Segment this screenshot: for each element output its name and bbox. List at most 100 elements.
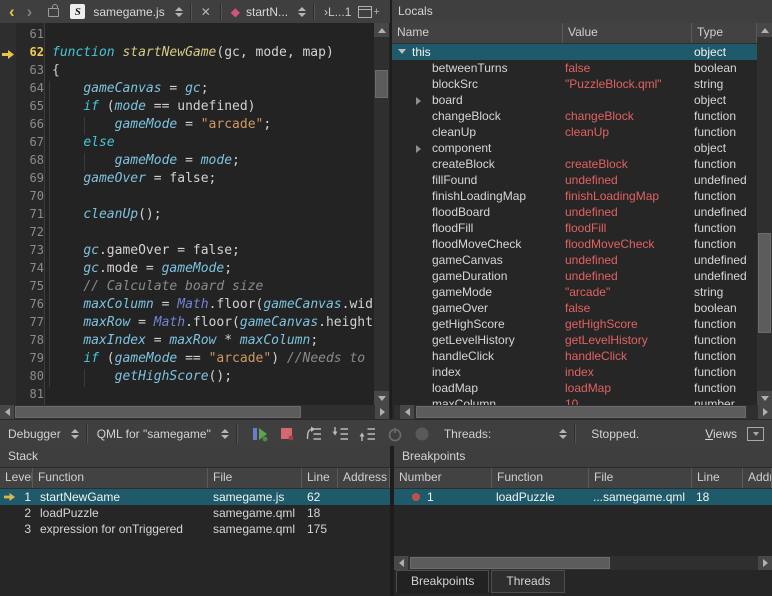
stack-frame-row[interactable]: 3expression for onTriggeredsamegame.qml1… — [0, 521, 390, 537]
code-line-marker[interactable] — [0, 261, 16, 279]
run-configuration-selector[interactable]: QML for "samegame" — [97, 427, 211, 441]
locals-row[interactable]: maxColumn10number — [392, 396, 772, 405]
code-line-marker[interactable] — [0, 279, 16, 297]
views-label[interactable]: Views — [705, 427, 737, 441]
scroll-up-icon[interactable] — [757, 23, 772, 37]
column-header-function[interactable]: Function — [492, 468, 589, 488]
code-line[interactable]: 68 gameMode = mode; — [0, 153, 374, 171]
line-number[interactable]: 77 — [16, 315, 44, 333]
code-line[interactable]: 69 gameOver = false; — [0, 171, 374, 189]
code-line-marker[interactable] — [0, 243, 16, 261]
code-line-marker[interactable] — [0, 45, 16, 63]
line-number[interactable]: 63 — [16, 63, 44, 81]
code-line[interactable]: 65 if (mode == undefined) — [0, 99, 374, 117]
line-number[interactable]: 76 — [16, 297, 44, 315]
line-number[interactable]: 66 — [16, 117, 44, 135]
tab-breakpoints[interactable]: Breakpoints — [396, 570, 489, 593]
locals-row[interactable]: gameCanvasundefinedundefined — [392, 252, 772, 268]
code-line-marker[interactable] — [0, 297, 16, 315]
scroll-right-icon[interactable] — [758, 405, 772, 419]
code-line[interactable]: 64 gameCanvas = gc; — [0, 81, 374, 99]
code-line-marker[interactable] — [0, 225, 16, 243]
symbol-combo-arrows-icon[interactable] — [298, 7, 306, 17]
column-header-value[interactable]: Value — [563, 23, 692, 43]
code-line[interactable]: 72 — [0, 225, 374, 243]
line-number[interactable]: 61 — [16, 27, 44, 45]
line-number[interactable]: 74 — [16, 261, 44, 279]
locals-row[interactable]: fillFoundundefinedundefined — [392, 172, 772, 188]
locals-row[interactable]: loadMaploadMapfunction — [392, 380, 772, 396]
locals-row[interactable]: gameDurationundefinedundefined — [392, 268, 772, 284]
code-line[interactable]: 73 gc.gameOver = false; — [0, 243, 374, 261]
breakpoint-row[interactable]: 1loadPuzzle...samegame.qml18 — [394, 489, 772, 505]
column-header-name[interactable]: Name — [392, 23, 563, 43]
line-number[interactable]: 78 — [16, 333, 44, 351]
code-line[interactable]: 74 gc.mode = gameMode; — [0, 261, 374, 279]
code-line-marker[interactable] — [0, 135, 16, 153]
column-header-file[interactable]: File — [208, 468, 302, 488]
expander-open-icon[interactable] — [398, 49, 406, 54]
editor-hscrollbar[interactable] — [0, 405, 389, 419]
lock-icon[interactable] — [48, 8, 59, 17]
hscroll-thumb[interactable] — [416, 406, 746, 418]
locals-row[interactable]: changeBlockchangeBlockfunction — [392, 108, 772, 124]
locals-row[interactable]: getHighScoregetHighScorefunction — [392, 316, 772, 332]
scroll-up-icon[interactable] — [374, 23, 389, 37]
code-line-marker[interactable] — [0, 171, 16, 189]
file-combo-arrows-icon[interactable] — [175, 7, 183, 17]
locals-row[interactable]: betweenTurnsfalseboolean — [392, 60, 772, 76]
code-line-marker[interactable] — [0, 117, 16, 135]
locals-row[interactable]: boardobject — [392, 92, 772, 108]
code-line-marker[interactable] — [0, 81, 16, 99]
code-line-marker[interactable] — [0, 63, 16, 81]
locals-row[interactable]: cleanUpcleanUpfunction — [392, 124, 772, 140]
locals-row[interactable]: gameMode"arcade"string — [392, 284, 772, 300]
locals-vscrollbar[interactable] — [757, 23, 772, 405]
line-number[interactable]: 70 — [16, 189, 44, 207]
line-number[interactable]: 64 — [16, 81, 44, 99]
vscroll-thumb[interactable] — [758, 233, 771, 333]
column-header-level[interactable]: Level — [0, 468, 33, 488]
line-number[interactable]: 80 — [16, 369, 44, 387]
column-header-line[interactable]: Line — [692, 468, 743, 488]
hscroll-thumb[interactable] — [410, 557, 610, 569]
locals-row[interactable]: blockSrc"PuzzleBlock.qml"string — [392, 76, 772, 92]
scroll-right-icon[interactable] — [758, 556, 772, 570]
code-line-marker[interactable] — [0, 189, 16, 207]
code-line[interactable]: 77 maxRow = Math.floor(gameCanvas.height — [0, 315, 374, 333]
threads-combo-arrows-icon[interactable] — [559, 429, 567, 439]
locals-row[interactable]: floodMoveCheckfloodMoveCheckfunction — [392, 236, 772, 252]
locals-row[interactable]: indexindexfunction — [392, 364, 772, 380]
back-icon[interactable]: ‹ — [5, 2, 19, 22]
interrupt-icon[interactable] — [275, 424, 299, 444]
split-editor-icon[interactable] — [358, 6, 372, 18]
symbol-selector[interactable]: startN... — [246, 5, 288, 19]
locals-row[interactable]: gameOverfalseboolean — [392, 300, 772, 316]
column-header-function[interactable]: Function — [33, 468, 208, 488]
code-line[interactable]: 80 getHighScore(); — [0, 369, 374, 387]
code-line-marker[interactable] — [0, 333, 16, 351]
code-line-marker[interactable] — [0, 315, 16, 333]
close-document-icon[interactable]: ✕ — [199, 5, 213, 19]
line-number[interactable]: 81 — [16, 387, 44, 405]
code-line[interactable]: 61 — [0, 27, 374, 45]
code-line[interactable]: 62function startNewGame(gc, mode, map) — [0, 45, 374, 63]
code-line[interactable]: 66 gameMode = "arcade"; — [0, 117, 374, 135]
code-line-marker[interactable] — [0, 27, 16, 45]
step-into-icon[interactable] — [329, 424, 353, 444]
code-line[interactable]: 76 maxColumn = Math.floor(gameCanvas.wid — [0, 297, 374, 315]
locals-row[interactable]: thisobject — [392, 44, 772, 60]
views-menu[interactable]: Views — [705, 420, 764, 447]
code-line-marker[interactable] — [0, 351, 16, 369]
line-number[interactable]: 65 — [16, 99, 44, 117]
stack-frame-row[interactable]: 1startNewGamesamegame.js62 — [0, 489, 390, 505]
split-editor-plus-icon[interactable]: + — [373, 6, 379, 18]
tab-threads[interactable]: Threads — [491, 570, 565, 593]
code-line[interactable]: 81 — [0, 387, 374, 405]
code-line-marker[interactable] — [0, 387, 16, 405]
stack-frame-row[interactable]: 2loadPuzzlesamegame.qml18 — [0, 505, 390, 521]
line-number[interactable]: 68 — [16, 153, 44, 171]
code-line-marker[interactable] — [0, 369, 16, 387]
scroll-down-icon[interactable] — [757, 391, 772, 405]
breakpoints-hscrollbar[interactable] — [394, 556, 772, 570]
